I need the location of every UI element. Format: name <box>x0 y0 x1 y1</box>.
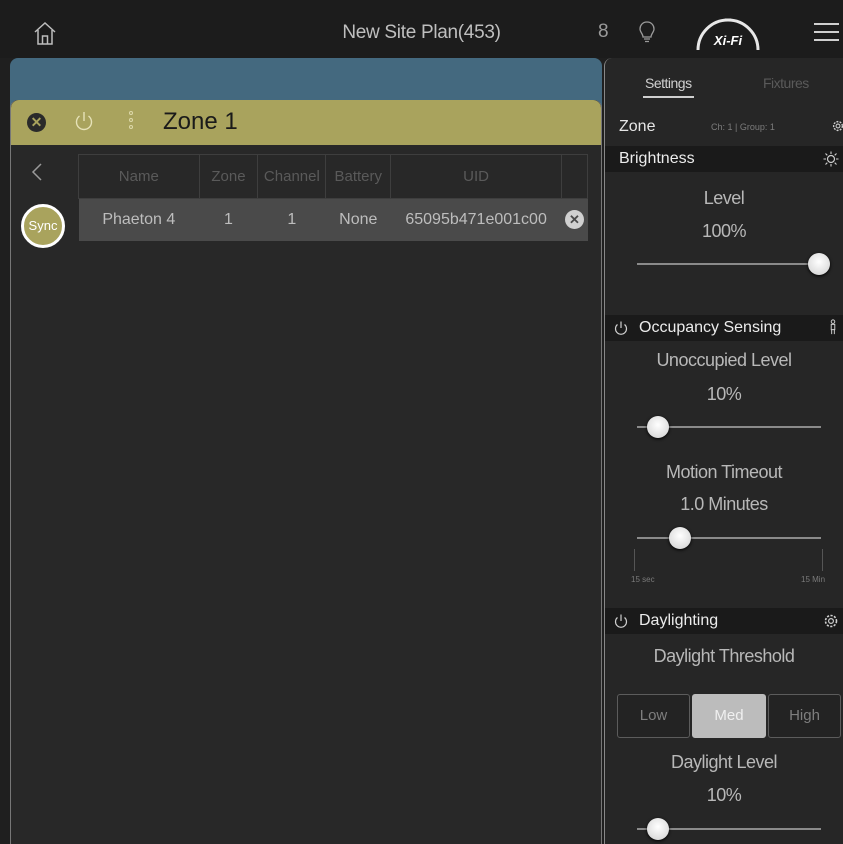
tab-settings[interactable]: Settings <box>643 75 694 98</box>
xi-fi-logo: Xi-Fi <box>696 18 760 51</box>
sync-button[interactable]: Sync <box>21 204 65 248</box>
tab-fixtures[interactable]: Fixtures <box>763 75 809 91</box>
close-icon[interactable]: ✕ <box>27 113 46 132</box>
menu-icon[interactable] <box>814 23 839 43</box>
more-icon[interactable] <box>128 111 134 133</box>
gear-icon[interactable] <box>831 118 843 134</box>
slider-min-tick <box>634 549 635 571</box>
brightness-header: Brightness <box>605 146 843 172</box>
daylight-level-label: Daylight Level <box>670 752 778 772</box>
top-bar: New Site Plan(453) 8 Xi-Fi <box>0 0 843 58</box>
zone-title: Zone 1 <box>163 108 238 135</box>
threshold-low-button[interactable]: Low <box>617 694 690 738</box>
occupancy-title: Occupancy Sensing <box>639 319 782 336</box>
threshold-high-button[interactable]: High <box>768 694 841 738</box>
remove-row-icon[interactable]: ✕ <box>565 210 584 230</box>
table-row[interactable]: Phaeton 4 1 1 None 65095b471e001c00 ✕ <box>78 198 588 241</box>
cell-zone: 1 <box>199 198 258 241</box>
power-icon[interactable] <box>613 320 629 336</box>
cell-battery: None <box>325 198 391 241</box>
back-icon[interactable] <box>31 162 43 182</box>
logo-text: Xi-Fi <box>713 33 743 48</box>
cell-uid: 65095b471e001c00 <box>390 198 562 241</box>
level-value: 100% <box>701 221 747 241</box>
timeout-min-label: 15 sec <box>631 575 655 584</box>
column-header-battery[interactable]: Battery <box>325 154 392 199</box>
settings-panel: Settings Fixtures Zone Ch: 1 | Group: 1 … <box>604 58 843 844</box>
column-header-action <box>561 154 588 199</box>
fixtures-table: Name Zone Channel Battery UID Phaeton 4 … <box>78 154 588 241</box>
daylight-level-thumb[interactable] <box>647 818 669 840</box>
motion-timeout-label: Motion Timeout <box>665 462 783 482</box>
column-header-zone[interactable]: Zone <box>198 154 259 199</box>
brightness-slider-thumb[interactable] <box>808 253 830 275</box>
unoccupied-level-value: 10% <box>706 384 742 404</box>
power-icon[interactable] <box>73 110 95 132</box>
daylight-threshold-label: Daylight Threshold <box>653 646 795 666</box>
motion-timeout-thumb[interactable] <box>669 527 691 549</box>
daylighting-header: Daylighting <box>605 608 843 634</box>
sun-icon <box>823 151 839 167</box>
daylight-level-value: 10% <box>706 785 742 805</box>
unoccupied-level-label: Unoccupied Level <box>656 350 792 370</box>
user-count: 8 <box>598 21 609 42</box>
bulb-icon[interactable] <box>638 20 656 44</box>
zone-channel-group: Ch: 1 | Group: 1 <box>711 122 775 132</box>
cell-name: Phaeton 4 <box>78 198 200 241</box>
level-label: Level <box>703 188 745 208</box>
zone-header: ✕ Zone 1 <box>11 100 601 145</box>
column-header-channel[interactable]: Channel <box>257 154 327 199</box>
brightness-title: Brightness <box>619 150 695 167</box>
table-header-row: Name Zone Channel Battery UID <box>78 154 588 199</box>
threshold-med-button[interactable]: Med <box>692 694 766 738</box>
motion-timeout-slider[interactable] <box>637 537 821 539</box>
zone-label: Zone <box>619 118 656 135</box>
motion-timeout-value: 1.0 Minutes <box>680 494 768 514</box>
slider-max-tick <box>822 549 823 571</box>
cell-channel: 1 <box>257 198 326 241</box>
unoccupied-level-thumb[interactable] <box>647 416 669 438</box>
occupancy-header: Occupancy Sensing <box>605 315 843 341</box>
zone-panel: ✕ Zone 1 Sync Name Zone Channel Battery … <box>10 100 602 844</box>
motion-sensor-icon <box>830 319 836 335</box>
daylighting-title: Daylighting <box>639 612 719 629</box>
zone-info-row: Zone Ch: 1 | Group: 1 <box>605 110 843 146</box>
power-icon[interactable] <box>613 613 629 629</box>
timeout-max-label: 15 Min <box>801 575 826 584</box>
gear-icon[interactable] <box>823 613 839 629</box>
cell-remove: ✕ <box>561 198 588 241</box>
column-header-uid[interactable]: UID <box>390 154 562 199</box>
brightness-slider[interactable] <box>637 263 819 265</box>
column-header-name[interactable]: Name <box>78 154 200 199</box>
